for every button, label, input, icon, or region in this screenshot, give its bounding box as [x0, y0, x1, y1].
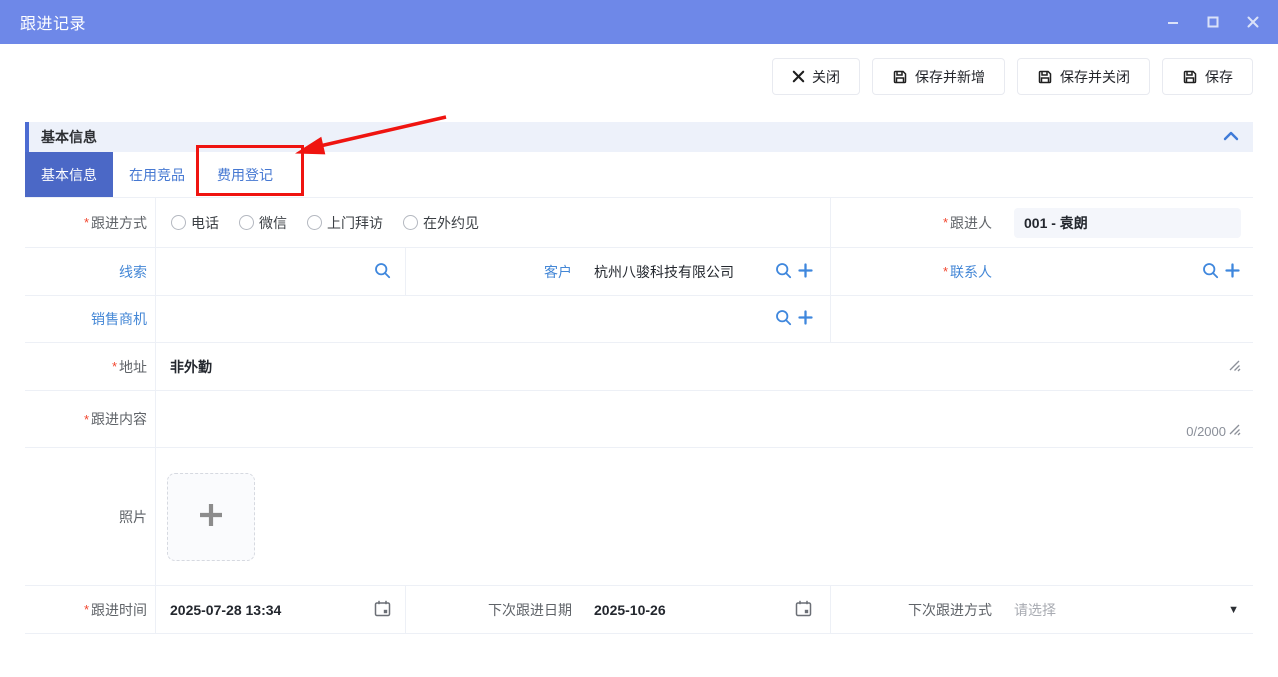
collapse-chevron-up-icon[interactable]	[1223, 128, 1239, 146]
follow-person-field: 001 - 袁朗	[1000, 198, 1253, 247]
close-button[interactable]: 关闭	[772, 58, 860, 95]
follow-person-value: 001 - 袁朗	[1014, 208, 1241, 238]
close-button-label: 关闭	[812, 67, 840, 87]
follow-time-field[interactable]: 2025-07-28 13:34	[155, 585, 405, 633]
next-method-label: 下次跟进方式	[830, 585, 1000, 633]
calendar-icon[interactable]	[794, 599, 813, 621]
resize-handle-icon[interactable]	[1227, 358, 1241, 375]
lead-field[interactable]	[155, 247, 405, 295]
section-header: 基本信息	[25, 122, 1253, 152]
opportunity-field[interactable]	[155, 295, 830, 342]
next-method-placeholder: 请选择	[1014, 600, 1056, 620]
add-icon[interactable]	[1225, 263, 1240, 281]
tab-basic-info[interactable]: 基本信息	[25, 152, 113, 197]
save-and-close-label: 保存并关闭	[1060, 67, 1130, 87]
titlebar: 跟进记录	[0, 0, 1278, 44]
save-icon	[892, 69, 908, 85]
address-label: * 地址	[25, 342, 155, 390]
minimize-icon[interactable]	[1166, 15, 1180, 29]
form-grid: * 跟进方式 电话 微信 上门拜访 在外约见	[25, 197, 1253, 634]
customer-field[interactable]: 杭州八骏科技有限公司	[580, 247, 830, 295]
toolbar: 关闭 保存并新增 保存并关闭	[772, 58, 1253, 95]
save-icon	[1182, 69, 1198, 85]
maximize-icon[interactable]	[1206, 15, 1220, 29]
chevron-down-icon: ▼	[1228, 604, 1239, 616]
follow-method-radio-group: 电话 微信 上门拜访 在外约见	[155, 198, 830, 247]
tab-expense-registration[interactable]: 费用登记	[201, 152, 289, 197]
lead-label[interactable]: 线索	[25, 247, 155, 295]
tab-competitors-in-use[interactable]: 在用竞品	[113, 152, 201, 197]
address-field[interactable]: 非外勤	[155, 342, 1253, 390]
add-icon[interactable]	[798, 310, 813, 328]
next-date-value: 2025-10-26	[594, 602, 666, 618]
radio-circle-icon	[171, 215, 186, 230]
follow-time-label: * 跟进时间	[25, 585, 155, 633]
photo-field	[155, 447, 1253, 585]
customer-label[interactable]: 客户	[405, 247, 580, 295]
search-icon[interactable]	[1202, 262, 1219, 282]
photo-upload-button[interactable]	[167, 473, 255, 561]
search-icon[interactable]	[775, 309, 792, 329]
customer-value: 杭州八骏科技有限公司	[594, 262, 734, 282]
save-button[interactable]: 保存	[1162, 58, 1253, 95]
tab-bar: 基本信息 在用竞品 费用登记	[25, 152, 1253, 197]
plus-upload-icon	[195, 499, 227, 534]
radio-circle-icon	[307, 215, 322, 230]
empty-cell	[830, 295, 1253, 342]
close-window-icon[interactable]	[1246, 15, 1260, 29]
search-icon[interactable]	[374, 262, 391, 282]
radio-outside-meeting[interactable]: 在外约见	[403, 213, 479, 233]
opportunity-label[interactable]: 销售商机	[25, 295, 155, 342]
contact-field[interactable]	[1000, 247, 1253, 295]
next-method-select[interactable]: 请选择 ▼	[1000, 585, 1253, 633]
content-field[interactable]: 0/2000	[155, 390, 1253, 447]
next-date-field[interactable]: 2025-10-26	[580, 585, 830, 633]
search-icon[interactable]	[775, 262, 792, 282]
window-title: 跟进记录	[20, 10, 86, 34]
address-value: 非外勤	[170, 357, 212, 377]
add-icon[interactable]	[798, 263, 813, 281]
next-date-label: 下次跟进日期	[405, 585, 580, 633]
save-button-label: 保存	[1205, 67, 1233, 87]
basic-info-panel: 基本信息 基本信息 在用竞品 费用登记 * 跟进方式 电话	[25, 122, 1253, 634]
close-icon	[792, 70, 805, 83]
section-title: 基本信息	[41, 127, 1223, 147]
save-and-new-button[interactable]: 保存并新增	[872, 58, 1005, 95]
radio-wechat[interactable]: 微信	[239, 213, 287, 233]
follow-person-label: * 跟进人	[830, 198, 1000, 247]
follow-up-record-window: 跟进记录 关闭	[0, 0, 1278, 677]
follow-time-value: 2025-07-28 13:34	[170, 602, 281, 618]
radio-circle-icon	[239, 215, 254, 230]
contact-label[interactable]: * 联系人	[830, 247, 1000, 295]
radio-phone[interactable]: 电话	[171, 213, 219, 233]
radio-door-visit[interactable]: 上门拜访	[307, 213, 383, 233]
calendar-icon[interactable]	[373, 599, 392, 621]
window-controls	[1166, 15, 1260, 29]
save-and-close-button[interactable]: 保存并关闭	[1017, 58, 1150, 95]
radio-circle-icon	[403, 215, 418, 230]
char-counter: 0/2000	[1186, 424, 1226, 439]
save-icon	[1037, 69, 1053, 85]
resize-handle-icon[interactable]	[1227, 422, 1241, 439]
save-and-new-label: 保存并新增	[915, 67, 985, 87]
content-label: * 跟进内容	[25, 390, 155, 447]
photo-label: 照片	[25, 447, 155, 585]
follow-method-label: * 跟进方式	[25, 198, 155, 247]
